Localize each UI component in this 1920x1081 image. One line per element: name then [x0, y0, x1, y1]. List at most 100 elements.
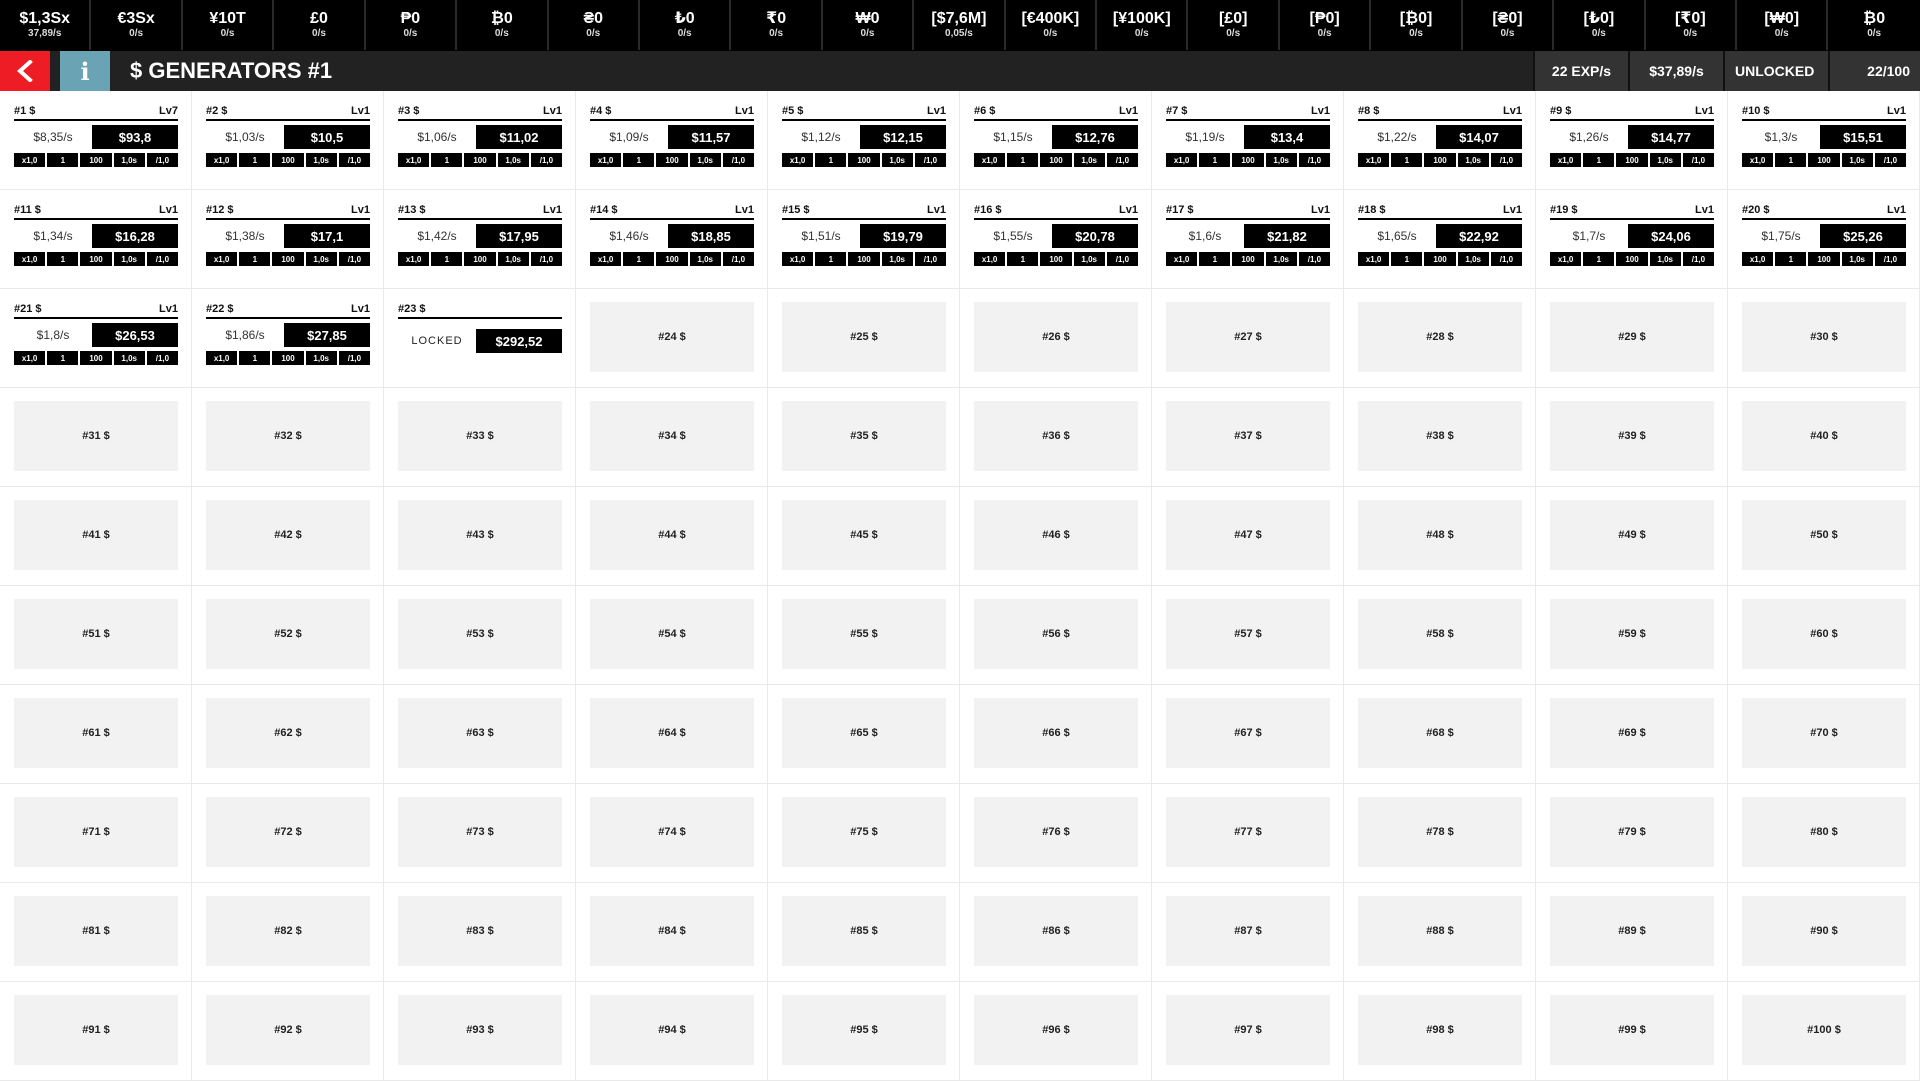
speed-button[interactable]: 1,0s — [1649, 153, 1681, 167]
empty-generator-slot[interactable]: #88 $ — [1358, 896, 1522, 966]
empty-generator-slot[interactable]: #37 $ — [1166, 401, 1330, 471]
empty-generator-slot[interactable]: #34 $ — [590, 401, 754, 471]
speed-button[interactable]: 1,0s — [1841, 252, 1873, 266]
empty-generator-slot[interactable]: #49 $ — [1550, 500, 1714, 570]
speed-button[interactable]: 1,0s — [1841, 153, 1873, 167]
multiplier-button[interactable]: x1,0 — [1550, 153, 1582, 167]
generator-buy-button[interactable]: $13,4 — [1244, 125, 1330, 149]
divider-button[interactable]: /1,0 — [1874, 153, 1907, 167]
divider-button[interactable]: /1,0 — [914, 153, 947, 167]
empty-generator-slot[interactable]: #93 $ — [398, 995, 562, 1065]
buy-100-button[interactable]: 100 — [80, 252, 112, 266]
empty-generator-slot[interactable]: #64 $ — [590, 698, 754, 768]
buy-100-button[interactable]: 100 — [1808, 252, 1840, 266]
empty-generator-slot[interactable]: #44 $ — [590, 500, 754, 570]
multiplier-button[interactable]: x1,0 — [590, 153, 622, 167]
divider-button[interactable]: /1,0 — [1682, 252, 1715, 266]
buy-100-button[interactable]: 100 — [1424, 252, 1456, 266]
buy-1-button[interactable]: 1 — [815, 252, 847, 266]
empty-generator-slot[interactable]: #86 $ — [974, 896, 1138, 966]
empty-generator-slot[interactable]: #100 $ — [1742, 995, 1906, 1065]
currency-item[interactable]: ₺0 0/s — [640, 0, 732, 50]
currency-item[interactable]: [₴0] 0/s — [1463, 0, 1555, 50]
speed-button[interactable]: 1,0s — [1265, 252, 1297, 266]
currency-item[interactable]: ₴0 0/s — [549, 0, 640, 50]
currency-item[interactable]: ₿0 0/s — [457, 0, 549, 50]
buy-1-button[interactable]: 1 — [239, 252, 271, 266]
divider-button[interactable]: /1,0 — [1490, 153, 1523, 167]
buy-1-button[interactable]: 1 — [623, 153, 655, 167]
empty-generator-slot[interactable]: #25 $ — [782, 302, 946, 372]
empty-generator-slot[interactable]: #83 $ — [398, 896, 562, 966]
buy-1-button[interactable]: 1 — [815, 153, 847, 167]
empty-generator-slot[interactable]: #66 $ — [974, 698, 1138, 768]
empty-generator-slot[interactable]: #36 $ — [974, 401, 1138, 471]
buy-1-button[interactable]: 1 — [623, 252, 655, 266]
speed-button[interactable]: 1,0s — [113, 351, 145, 365]
buy-100-button[interactable]: 100 — [1808, 153, 1840, 167]
empty-generator-slot[interactable]: #63 $ — [398, 698, 562, 768]
divider-button[interactable]: /1,0 — [1106, 252, 1139, 266]
generator-buy-button[interactable]: $20,78 — [1052, 224, 1138, 248]
buy-100-button[interactable]: 100 — [80, 153, 112, 167]
generator-buy-button[interactable]: $22,92 — [1436, 224, 1522, 248]
buy-1-button[interactable]: 1 — [239, 153, 271, 167]
buy-100-button[interactable]: 100 — [656, 153, 688, 167]
currency-item[interactable]: [$7,6M] 0,05/s — [914, 0, 1006, 50]
empty-generator-slot[interactable]: #43 $ — [398, 500, 562, 570]
empty-generator-slot[interactable]: #79 $ — [1550, 797, 1714, 867]
buy-100-button[interactable]: 100 — [1232, 252, 1264, 266]
multiplier-button[interactable]: x1,0 — [206, 351, 238, 365]
generator-buy-button[interactable]: $26,53 — [92, 323, 178, 347]
empty-generator-slot[interactable]: #76 $ — [974, 797, 1138, 867]
generator-buy-button[interactable]: $19,79 — [860, 224, 946, 248]
empty-generator-slot[interactable]: #55 $ — [782, 599, 946, 669]
empty-generator-slot[interactable]: #62 $ — [206, 698, 370, 768]
empty-generator-slot[interactable]: #46 $ — [974, 500, 1138, 570]
buy-1-button[interactable]: 1 — [1583, 153, 1615, 167]
currency-item[interactable]: [₱0] 0/s — [1280, 0, 1372, 50]
generator-buy-button[interactable]: $24,06 — [1628, 224, 1714, 248]
empty-generator-slot[interactable]: #28 $ — [1358, 302, 1522, 372]
generator-buy-button[interactable]: $16,28 — [92, 224, 178, 248]
empty-generator-slot[interactable]: #59 $ — [1550, 599, 1714, 669]
buy-100-button[interactable]: 100 — [1040, 252, 1072, 266]
speed-button[interactable]: 1,0s — [1649, 252, 1681, 266]
currency-item[interactable]: [₿0] 0/s — [1371, 0, 1463, 50]
divider-button[interactable]: /1,0 — [1490, 252, 1523, 266]
empty-generator-slot[interactable]: #35 $ — [782, 401, 946, 471]
currency-item[interactable]: [₺0] 0/s — [1554, 0, 1646, 50]
buy-1-button[interactable]: 1 — [239, 351, 271, 365]
currency-item[interactable]: [£0] 0/s — [1188, 0, 1280, 50]
empty-generator-slot[interactable]: #97 $ — [1166, 995, 1330, 1065]
buy-100-button[interactable]: 100 — [848, 252, 880, 266]
divider-button[interactable]: /1,0 — [338, 351, 371, 365]
buy-1-button[interactable]: 1 — [1007, 153, 1039, 167]
generator-buy-button[interactable]: $11,02 — [476, 125, 562, 149]
empty-generator-slot[interactable]: #51 $ — [14, 599, 178, 669]
multiplier-button[interactable]: x1,0 — [974, 153, 1006, 167]
speed-button[interactable]: 1,0s — [305, 351, 337, 365]
buy-1-button[interactable]: 1 — [1775, 252, 1807, 266]
empty-generator-slot[interactable]: #71 $ — [14, 797, 178, 867]
buy-1-button[interactable]: 1 — [1391, 252, 1423, 266]
empty-generator-slot[interactable]: #82 $ — [206, 896, 370, 966]
empty-generator-slot[interactable]: #91 $ — [14, 995, 178, 1065]
empty-generator-slot[interactable]: #40 $ — [1742, 401, 1906, 471]
divider-button[interactable]: /1,0 — [146, 351, 179, 365]
empty-generator-slot[interactable]: #67 $ — [1166, 698, 1330, 768]
multiplier-button[interactable]: x1,0 — [1742, 252, 1774, 266]
currency-item[interactable]: ¥10T 0/s — [183, 0, 275, 50]
speed-button[interactable]: 1,0s — [305, 252, 337, 266]
generator-buy-button[interactable]: $25,26 — [1820, 224, 1906, 248]
multiplier-button[interactable]: x1,0 — [398, 153, 430, 167]
speed-button[interactable]: 1,0s — [689, 252, 721, 266]
empty-generator-slot[interactable]: #98 $ — [1358, 995, 1522, 1065]
divider-button[interactable]: /1,0 — [146, 252, 179, 266]
buy-1-button[interactable]: 1 — [1007, 252, 1039, 266]
buy-100-button[interactable]: 100 — [656, 252, 688, 266]
divider-button[interactable]: /1,0 — [1298, 153, 1331, 167]
multiplier-button[interactable]: x1,0 — [782, 153, 814, 167]
empty-generator-slot[interactable]: #74 $ — [590, 797, 754, 867]
currency-item[interactable]: [₹0] 0/s — [1646, 0, 1738, 50]
